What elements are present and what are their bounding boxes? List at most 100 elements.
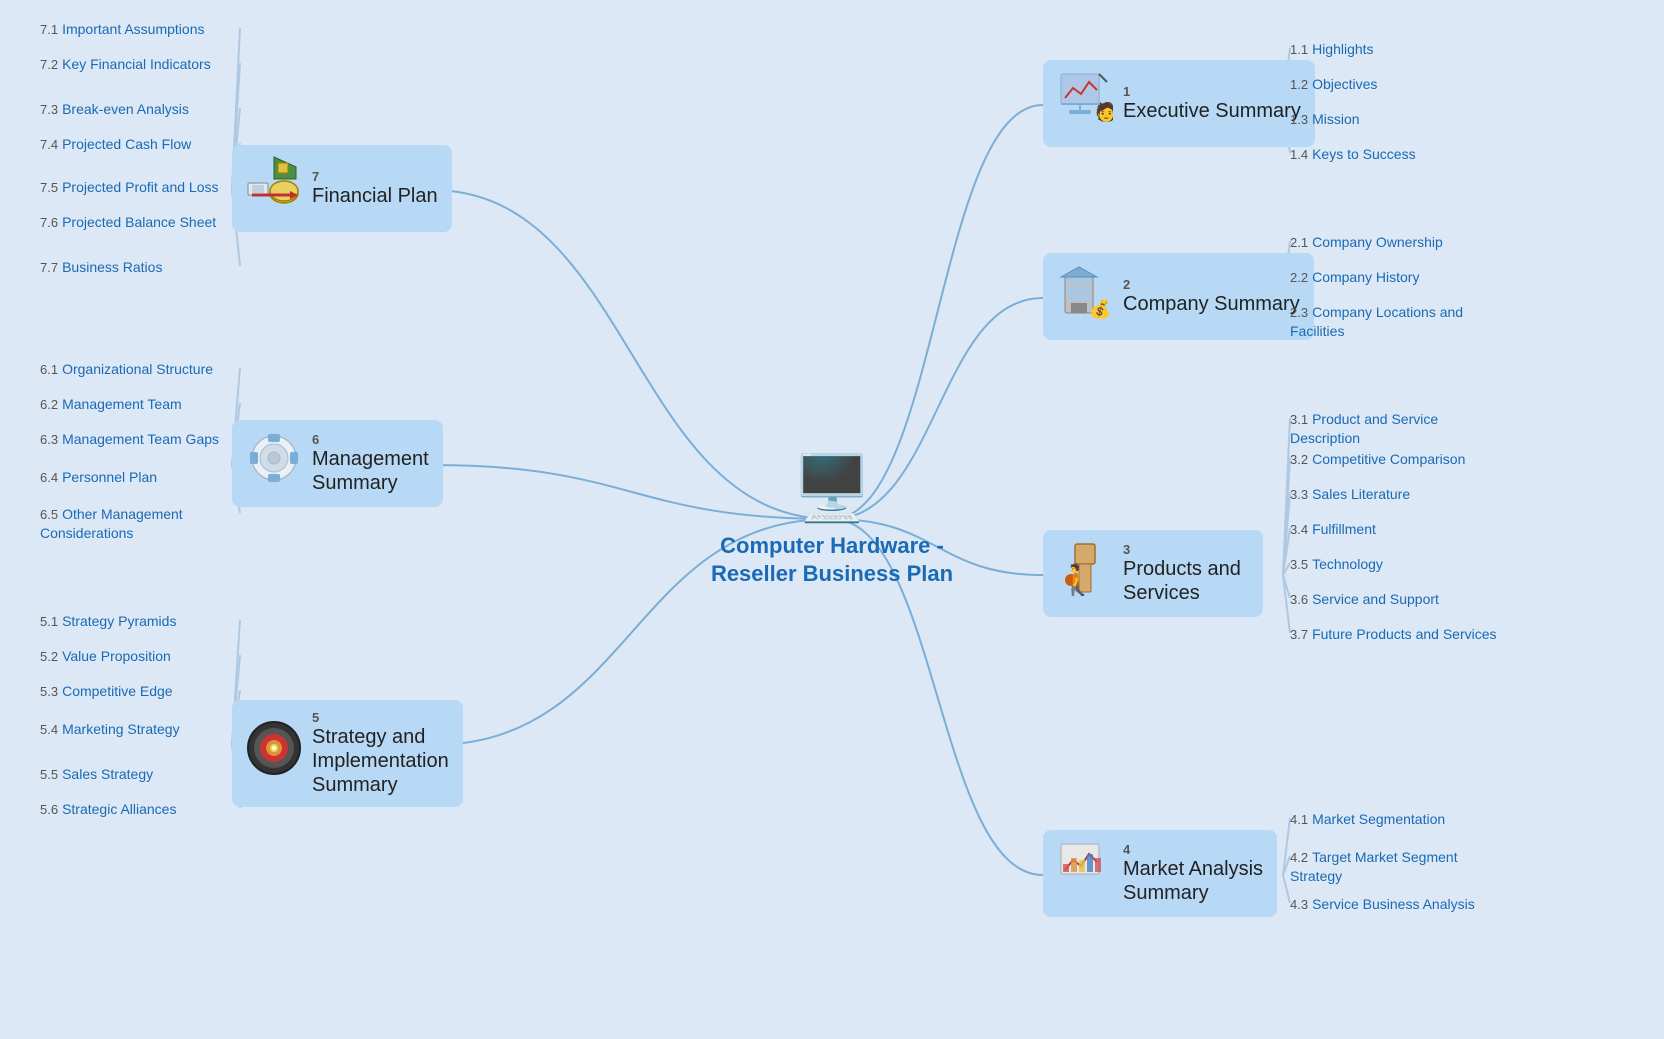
sub-text-7-6: Projected Balance Sheet: [62, 214, 216, 230]
executive-summary-title: Executive Summary: [1123, 99, 1301, 123]
sub-item-7-3: 7.3 Break-even Analysis: [40, 100, 189, 119]
sub-item-6-2: 6.2 Management Team: [40, 395, 182, 414]
sub-item-3-7: 3.7Future Products and Services: [1290, 625, 1497, 644]
topic-box-market-analysis[interactable]: 4Market AnalysisSummary: [1043, 830, 1277, 917]
sub-num-7-6: 7.6: [40, 215, 58, 230]
sub-item-7-4: 7.4Projected Cash Flow: [40, 135, 191, 154]
topic-box-management-summary[interactable]: 6ManagementSummary: [232, 420, 443, 507]
sub-num-6-2: 6.2: [40, 397, 58, 412]
sub-item-5-1: 5.1 Strategy Pyramids: [40, 612, 176, 631]
sub-text-7-4: Projected Cash Flow: [62, 136, 191, 152]
sub-item-3-2: 3.2Competitive Comparison: [1290, 450, 1465, 469]
sub-text-1-3: Mission: [1312, 111, 1359, 127]
sub-text-1-4: Keys to Success: [1312, 146, 1416, 162]
sub-item-3-1: 3.1Product and ServiceDescription: [1290, 410, 1438, 447]
sub-text-1-2: Objectives: [1312, 76, 1377, 92]
sub-num-4-2: 4.2: [1290, 850, 1308, 865]
sub-num-5-5: 5.5: [40, 767, 58, 782]
sub-item-4-2: 4.2Target Market SegmentStrategy: [1290, 848, 1458, 885]
sub-item-6-4: 6.4 Personnel Plan: [40, 468, 157, 487]
sub-num-6-1: 6.1: [40, 362, 58, 377]
sub-text-6-2: Management Team: [62, 396, 182, 412]
market-analysis-title: Market AnalysisSummary: [1123, 857, 1263, 905]
sub-item-4-3: 4.3Service Business Analysis: [1290, 895, 1475, 914]
center-label: Computer Hardware -Reseller Business Pla…: [711, 531, 953, 588]
sub-text-6-1: Organizational Structure: [62, 361, 213, 377]
sub-text-7-3: Break-even Analysis: [62, 101, 189, 117]
sub-num-7-3: 7.3: [40, 102, 58, 117]
sub-item-5-3: 5.3Competitive Edge: [40, 682, 173, 701]
sub-item-3-3: 3.3Sales Literature: [1290, 485, 1410, 504]
sub-item-1-2: 1.2 Objectives: [1290, 75, 1377, 94]
topic-box-products-services[interactable]: 🚶3Products andServices: [1043, 530, 1263, 617]
market-analysis-icon: [1057, 840, 1113, 907]
sub-text-3-6: Service and Support: [1312, 591, 1439, 607]
sub-num-7-2: 7.2: [40, 57, 58, 72]
sub-item-5-6: 5.6 Strategic Alliances: [40, 800, 176, 819]
sub-item-7-7: 7.7Business Ratios: [40, 258, 162, 277]
strategy-implementation-title: Strategy andImplementationSummary: [312, 725, 449, 797]
topic-box-financial-plan[interactable]: 7Financial Plan: [232, 145, 452, 232]
market-analysis-number: 4: [1123, 842, 1263, 857]
sub-text-5-3: Competitive Edge: [62, 683, 173, 699]
sub-num-7-1: 7.1: [40, 22, 58, 37]
sub-num-1-1: 1.1: [1290, 42, 1308, 57]
topic-box-executive-summary[interactable]: 🧑 1Executive Summary: [1043, 60, 1315, 147]
topic-box-company-summary[interactable]: 💰2Company Summary: [1043, 253, 1314, 340]
financial-plan-title: Financial Plan: [312, 184, 438, 208]
sub-num-5-1: 5.1: [40, 614, 58, 629]
executive-summary-icon: 🧑: [1057, 70, 1113, 137]
sub-text-6-5: Other ManagementConsiderations: [40, 506, 183, 541]
topic-box-strategy-implementation[interactable]: 5Strategy andImplementationSummary: [232, 700, 463, 807]
sub-text-3-3: Sales Literature: [1312, 486, 1410, 502]
sub-num-3-7: 3.7: [1290, 627, 1308, 642]
sub-num-3-1: 3.1: [1290, 412, 1308, 427]
sub-item-1-4: 1.4 Keys to Success: [1290, 145, 1416, 164]
sub-text-4-2: Target Market SegmentStrategy: [1290, 849, 1458, 884]
sub-num-2-3: 2.3: [1290, 305, 1308, 320]
sub-num-1-3: 1.3: [1290, 112, 1308, 127]
sub-num-7-5: 7.5: [40, 180, 58, 195]
sub-num-6-4: 6.4: [40, 470, 58, 485]
sub-text-3-4: Fulfillment: [1312, 521, 1376, 537]
sub-num-6-3: 6.3: [40, 432, 58, 447]
sub-text-5-4: Marketing Strategy: [62, 721, 180, 737]
center-node: 🖥️ Computer Hardware -Reseller Business …: [711, 450, 953, 588]
sub-num-5-2: 5.2: [40, 649, 58, 664]
management-summary-number: 6: [312, 432, 429, 447]
sub-num-5-4: 5.4: [40, 722, 58, 737]
sub-text-5-1: Strategy Pyramids: [62, 613, 176, 629]
sub-text-4-1: Market Segmentation: [1312, 811, 1445, 827]
sub-text-5-6: Strategic Alliances: [62, 801, 176, 817]
sub-item-7-5: 7.5Projected Profit and Loss: [40, 178, 219, 197]
sub-num-1-2: 1.2: [1290, 77, 1308, 92]
sub-text-5-5: Sales Strategy: [62, 766, 153, 782]
sub-item-3-6: 3.6 Service and Support: [1290, 590, 1439, 609]
sub-text-1-1: Highlights: [1312, 41, 1373, 57]
sub-item-2-1: 2.1Company Ownership: [1290, 233, 1443, 252]
sub-text-7-1: Important Assumptions: [62, 21, 204, 37]
management-summary-title: ManagementSummary: [312, 447, 429, 495]
company-summary-icon: 💰: [1057, 263, 1113, 330]
sub-item-6-3: 6.3 Management Team Gaps: [40, 430, 219, 449]
sub-item-7-1: 7.1 Important Assumptions: [40, 20, 204, 39]
sub-text-2-2: Company History: [1312, 269, 1419, 285]
sub-item-1-3: 1.3 Mission: [1290, 110, 1360, 129]
sub-item-7-6: 7.6 Projected Balance Sheet: [40, 213, 216, 232]
sub-item-4-1: 4.1 Market Segmentation: [1290, 810, 1445, 829]
sub-item-3-5: 3.5Technology: [1290, 555, 1383, 574]
financial-plan-icon: [246, 155, 302, 222]
sub-text-6-4: Personnel Plan: [62, 469, 157, 485]
sub-num-4-1: 4.1: [1290, 812, 1308, 827]
sub-text-3-2: Competitive Comparison: [1312, 451, 1465, 467]
sub-num-1-4: 1.4: [1290, 147, 1308, 162]
products-services-title: Products andServices: [1123, 557, 1241, 605]
sub-text-6-3: Management Team Gaps: [62, 431, 219, 447]
sub-num-5-6: 5.6: [40, 802, 58, 817]
executive-summary-number: 1: [1123, 84, 1301, 99]
financial-plan-number: 7: [312, 169, 438, 184]
sub-num-3-6: 3.6: [1290, 592, 1308, 607]
sub-text-3-1: Product and ServiceDescription: [1290, 411, 1438, 446]
sub-num-3-4: 3.4: [1290, 522, 1308, 537]
sub-text-3-5: Technology: [1312, 556, 1383, 572]
